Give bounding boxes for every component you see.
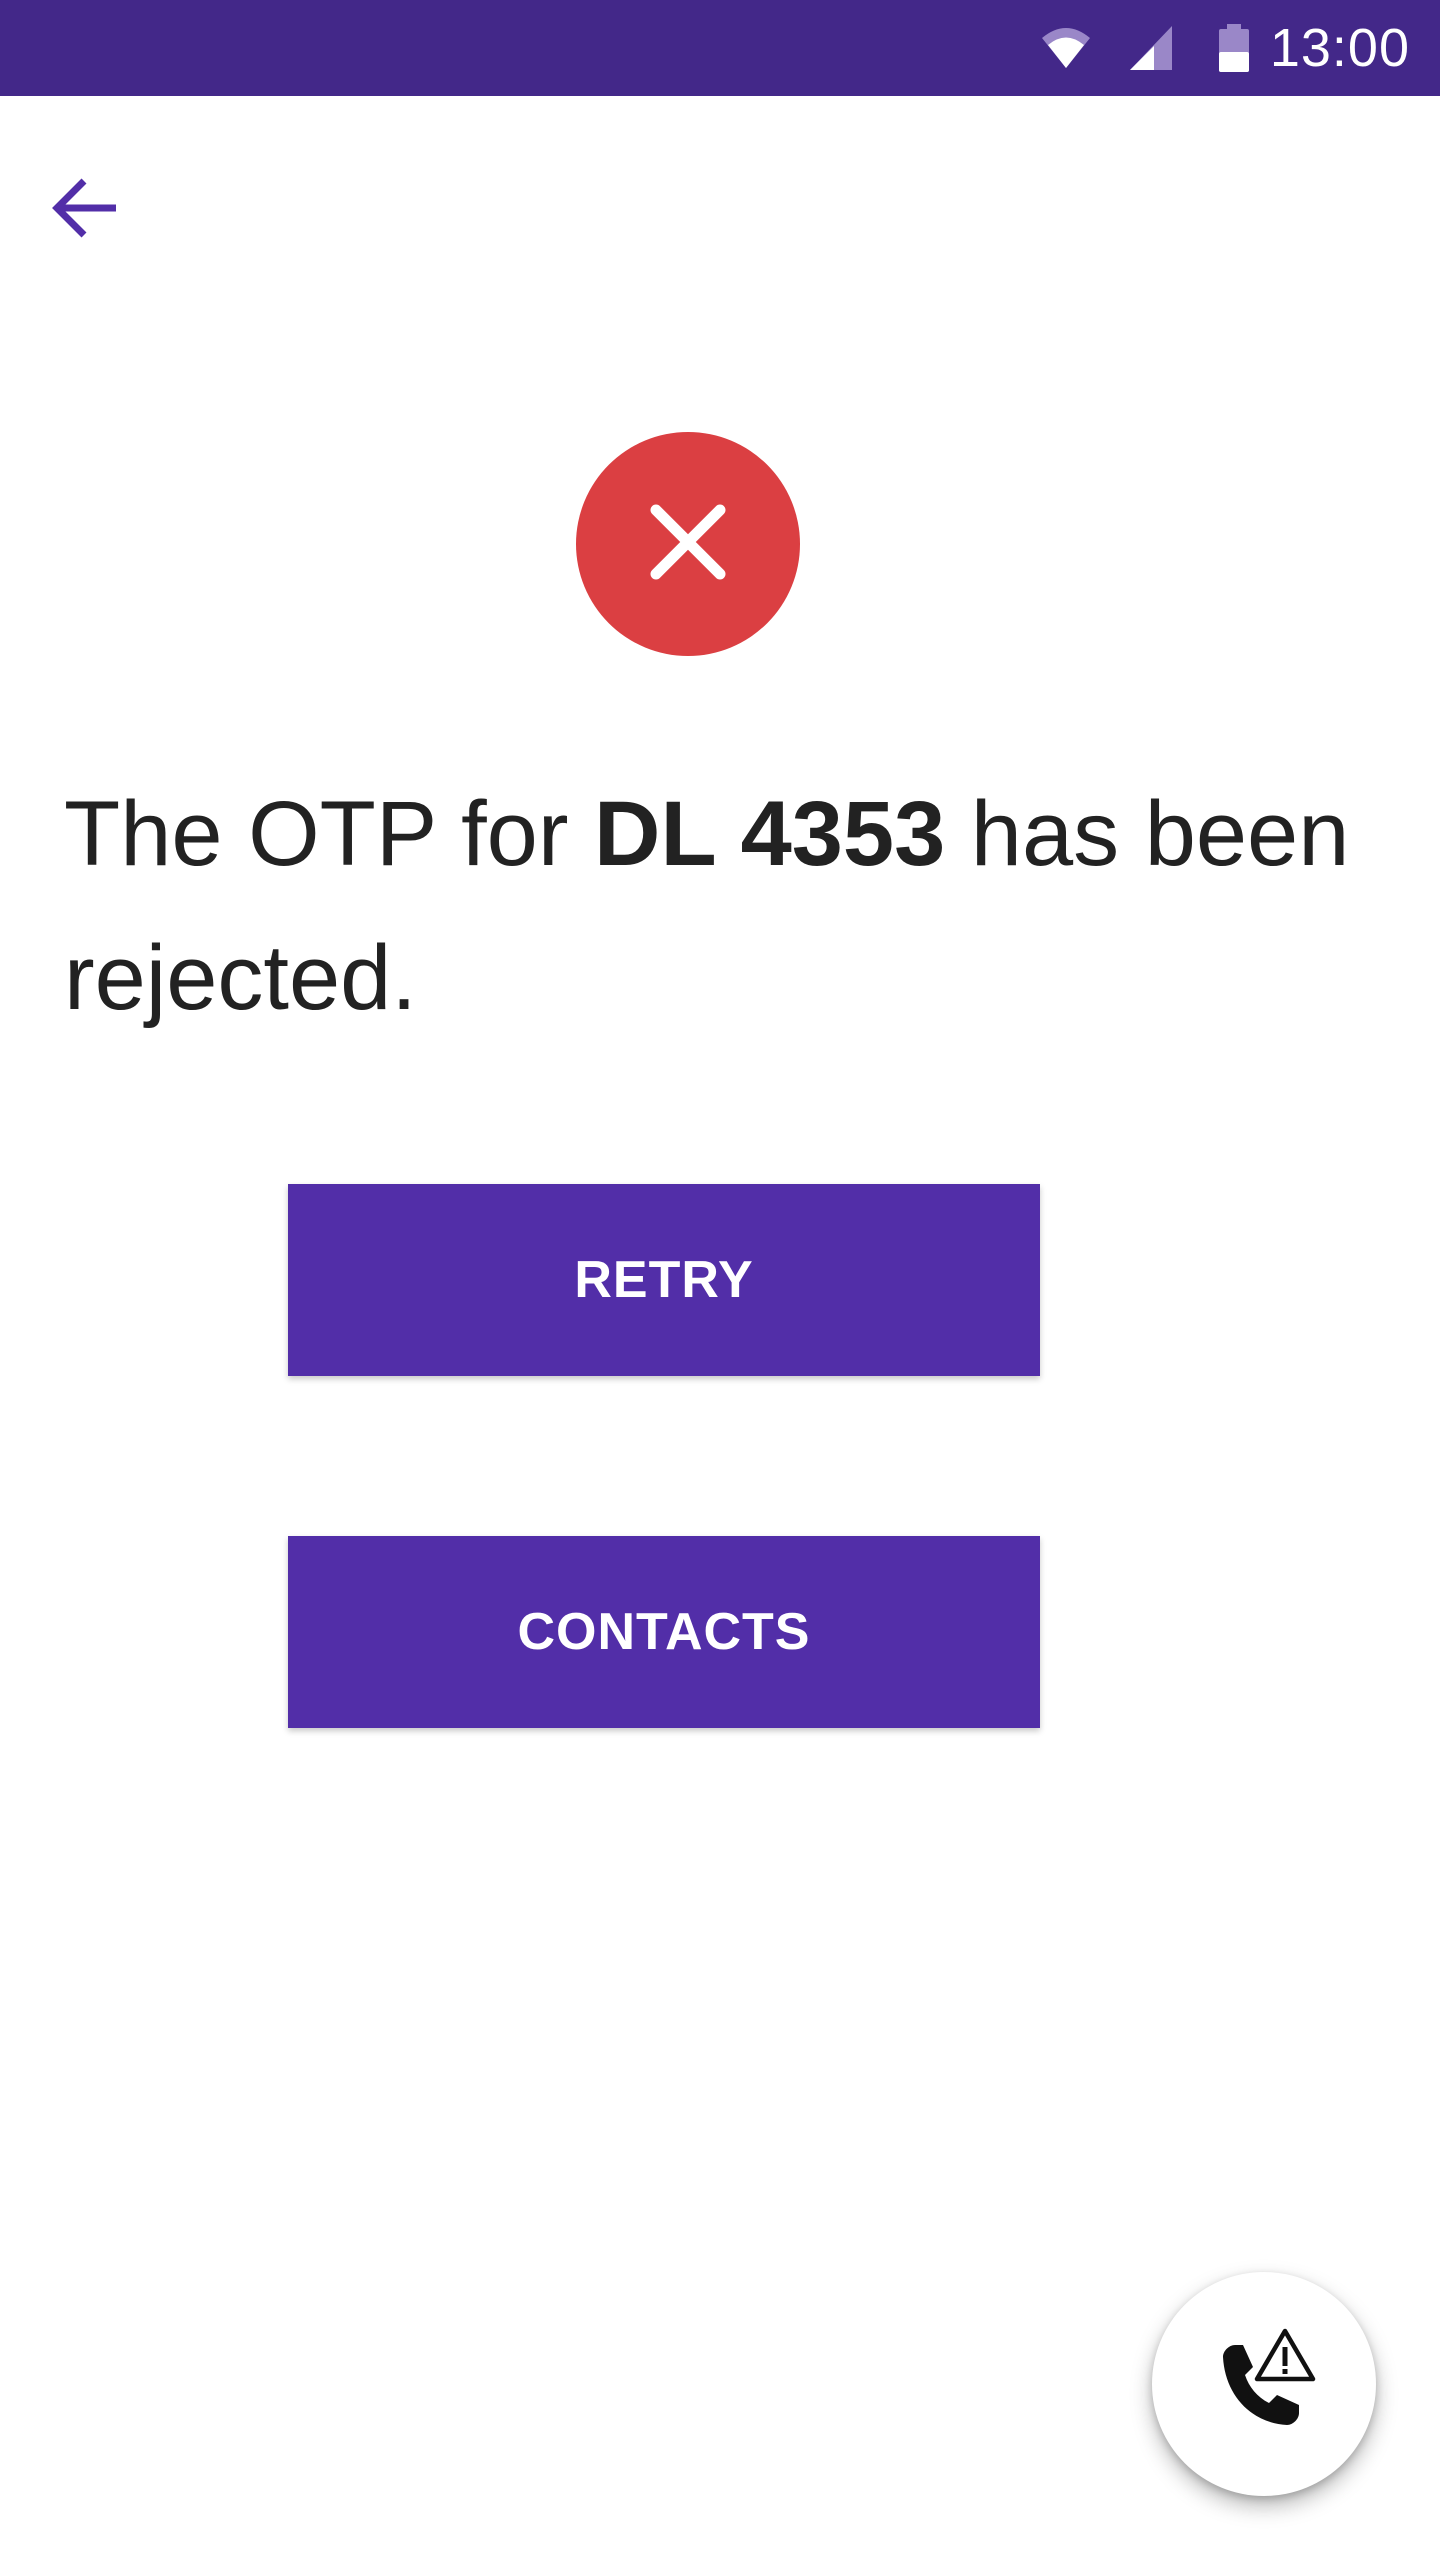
contacts-button[interactable]: CONTACTS: [288, 1536, 1040, 1728]
flight-code: DL 4353: [594, 783, 946, 885]
retry-button[interactable]: RETRY: [288, 1184, 1040, 1376]
status-time: 13:00: [1269, 18, 1410, 78]
cell-signal-icon: [1128, 22, 1174, 74]
error-status-circle: [576, 432, 800, 656]
wifi-icon: [1040, 22, 1092, 74]
message-prefix: The OTP for: [64, 783, 595, 885]
back-button[interactable]: [50, 150, 175, 270]
arrow-back-icon: [50, 173, 120, 248]
status-bar: 13:00: [0, 0, 1440, 96]
battery-icon: [1214, 22, 1254, 74]
phone-alert-icon: [1209, 2327, 1319, 2442]
close-icon: [648, 502, 728, 587]
emergency-call-button[interactable]: [1152, 2272, 1376, 2496]
rejection-message: The OTP for DL 4353 has been rejected.: [64, 762, 1384, 1050]
